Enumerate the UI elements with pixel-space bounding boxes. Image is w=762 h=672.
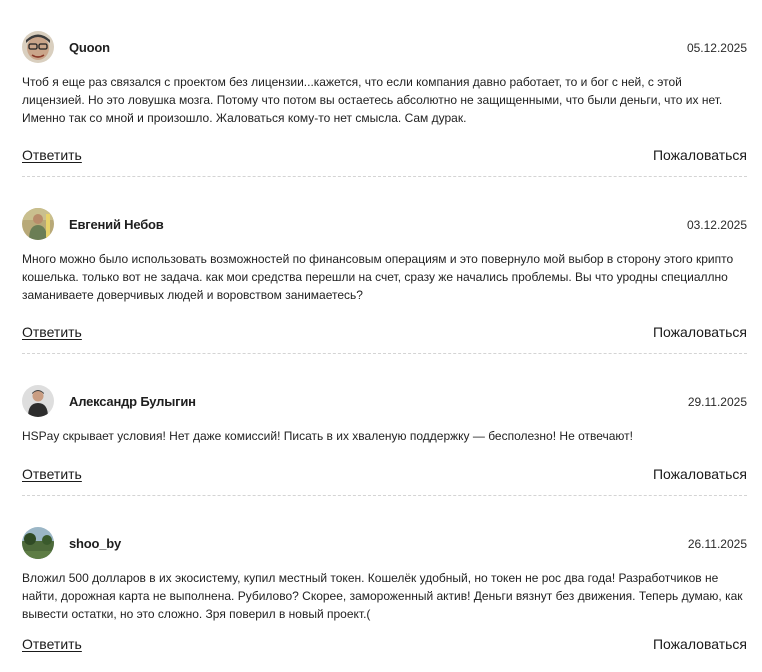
complain-link[interactable]: Пожаловаться [653,466,747,482]
review-actions: Ответить Пожаловаться [22,466,747,486]
review-actions: Ответить Пожаловаться [22,147,747,167]
review-author: shoo_by [69,536,122,551]
review-date: 03.12.2025 [686,218,747,232]
reply-link[interactable]: Ответить [22,636,82,652]
reply-link[interactable]: Ответить [22,147,82,163]
review-author: Александр Булыгин [69,394,196,409]
review-text: Чтоб я еще раз связался с проектом без л… [22,75,723,125]
review-text: Вложил 500 долларов в их экосистему, куп… [22,571,743,621]
review-actions: Ответить Пожаловаться [22,324,747,344]
review-text: Много можно было использовать возможност… [22,252,734,302]
review-text: HSPay скрывает условия! Нет даже комисси… [22,429,633,443]
review-header: Александр Булыгин 29.11.2025 [22,385,747,420]
review-date: 05.12.2025 [686,41,747,55]
review-actions: Ответить Пожаловаться [22,636,747,656]
review-item: Евгений Небов 03.12.2025 Много можно был… [22,177,747,354]
review-item: Quoon 05.12.2025 Чтоб я еще раз связался… [22,0,747,177]
person-outdoor-avatar-icon[interactable] [22,208,54,240]
complain-link[interactable]: Пожаловаться [653,324,747,340]
review-header: shoo_by 26.11.2025 [22,527,747,562]
review-header: Quoon 05.12.2025 [22,31,747,66]
review-header: Евгений Небов 03.12.2025 [22,208,747,243]
person-portrait-avatar-icon[interactable] [22,385,54,417]
review-date: 26.11.2025 [687,537,747,551]
complain-link[interactable]: Пожаловаться [653,147,747,163]
review-author: Quoon [69,40,110,55]
reviews-list: Quoon 05.12.2025 Чтоб я еще раз связался… [22,0,747,672]
cartoon-face-avatar-icon[interactable] [22,31,54,63]
review-item: Александр Булыгин 29.11.2025 HSPay скрыв… [22,354,747,496]
review-item: shoo_by 26.11.2025 Вложил 500 долларов в… [22,496,747,672]
reply-link[interactable]: Ответить [22,324,82,340]
reply-link[interactable]: Ответить [22,466,82,482]
review-author: Евгений Небов [69,217,164,232]
complain-link[interactable]: Пожаловаться [653,636,747,652]
review-date: 29.11.2025 [687,395,747,409]
landscape-avatar-icon[interactable] [22,527,54,559]
